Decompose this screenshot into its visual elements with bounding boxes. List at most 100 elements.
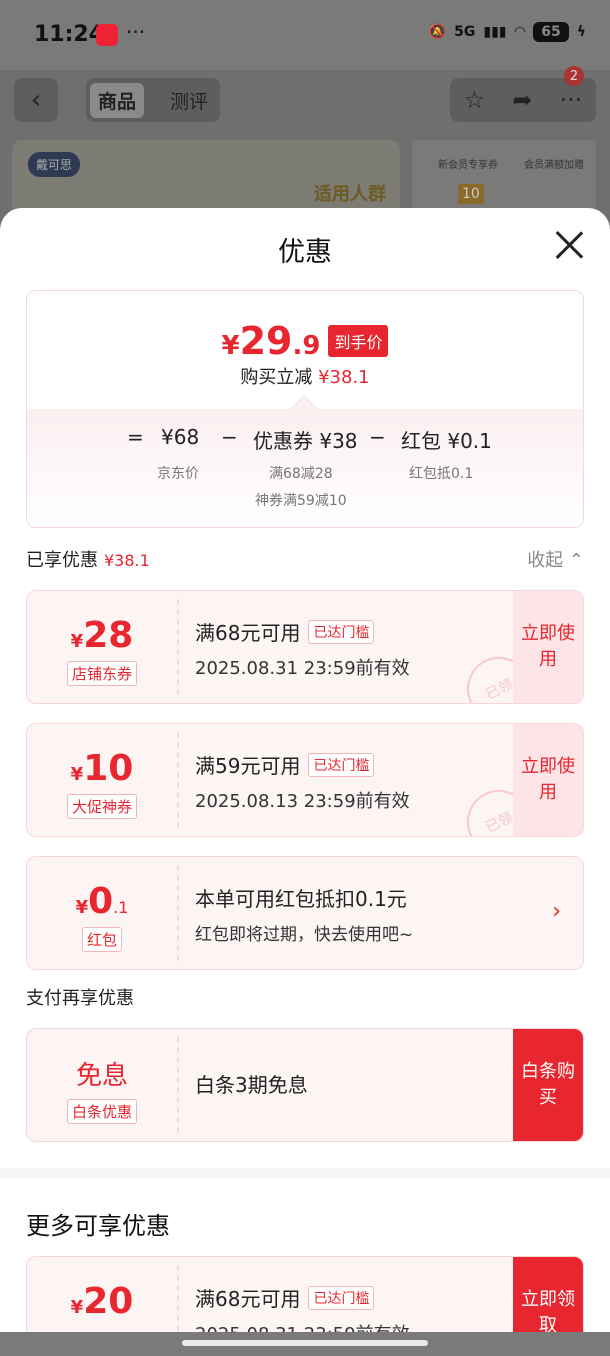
favorite-star-icon[interactable]: ☆	[464, 86, 486, 114]
redpack-decimal: .1	[113, 898, 129, 917]
coupon-divider	[177, 732, 179, 828]
coupon-body: 满68元可用 已达门槛 2025.08.31 23:59前有效	[195, 617, 515, 680]
section-separator	[0, 1168, 610, 1178]
chevron-right-icon[interactable]: ›	[552, 899, 561, 924]
coupon-condition: 满68元可用 已达门槛	[195, 617, 515, 646]
coupon-currency: ¥	[70, 1297, 84, 1318]
home-indicator[interactable]	[182, 1340, 428, 1346]
coupon-condition-text: 满68元可用	[195, 621, 301, 645]
formula-coupon: 优惠券 ¥38	[253, 429, 358, 453]
redpack-currency: ¥	[75, 897, 89, 918]
threshold-reached-tag: 已达门槛	[308, 619, 375, 644]
final-price-tag: 到手价	[328, 325, 389, 357]
coupon-card[interactable]: ¥ 28 店铺东券 满68元可用 已达门槛 2025.08.31 23:59前有…	[26, 590, 584, 704]
promo-number: 10	[458, 184, 484, 204]
formula-minus-2: −	[369, 425, 386, 449]
coupon-value: 28	[83, 615, 134, 656]
coupon-type: 大促神券	[66, 794, 138, 819]
redpack-expiry-note: 红包即将过期，快去使用吧~	[195, 925, 414, 945]
banner-tag: 适用人群	[314, 184, 386, 205]
formula-minus-1: −	[221, 425, 238, 449]
status-icons: 🔕 5G ▮▮▮ ◠ 65 ϟ	[429, 22, 586, 42]
status-time: 11:24	[34, 22, 105, 47]
tab-review[interactable]: 测评	[162, 83, 216, 118]
coupon-sub-1: 满68减28	[269, 466, 333, 482]
interest-free-label: 免息	[75, 1061, 128, 1091]
coupon-amount-area: ¥ 10 大促神券	[27, 724, 177, 836]
formula-equals: =	[127, 425, 144, 449]
coupon-amount-area: ¥ 28 店铺东券	[27, 591, 177, 703]
baitiao-card[interactable]: 免息 白条优惠 白条3期免息 白条购买	[26, 1028, 584, 1142]
more-icon[interactable]: ···	[560, 86, 583, 114]
baitiao-text: 白条3期免息	[195, 1073, 308, 1097]
coupon-sub-2: 神券满59减10	[255, 493, 347, 509]
coupon-amount: ¥ 20	[27, 1281, 177, 1322]
use-now-button[interactable]: 立即使用	[513, 724, 583, 836]
coupon-body: 满59元可用 已达门槛 2025.08.13 23:59前有效	[195, 750, 515, 813]
mute-icon: 🔕	[428, 24, 447, 40]
redpack-value: 0	[88, 881, 114, 922]
redpack-amount: ¥ 0 .1	[27, 881, 177, 922]
baitiao-body: 白条3期免息	[195, 1069, 515, 1098]
coupon-divider	[177, 865, 179, 961]
coupon-currency: ¥	[70, 764, 84, 785]
baitiao-buy-button[interactable]: 白条购买	[513, 1029, 583, 1141]
collapse-button[interactable]: 收起 ⌃	[527, 546, 584, 572]
coupon-condition-text: 满68元可用	[195, 1287, 301, 1311]
coupon-currency: ¥	[70, 631, 84, 652]
battery-icon: 65	[533, 22, 569, 42]
enjoyed-label: 已享优惠	[26, 550, 98, 571]
formula-jd-price: ¥68	[161, 425, 200, 449]
redpack-amount-area: ¥ 0 .1 红包	[27, 857, 177, 969]
coupon-amount: ¥ 28	[27, 615, 177, 656]
charging-icon: ϟ	[576, 24, 586, 40]
more-notifications-icon: ···	[126, 20, 146, 44]
use-now-button[interactable]: 立即使用	[513, 591, 583, 703]
top-right-actions: ☆ ➦ ··· 2	[450, 66, 596, 122]
enjoyed-value: ¥38.1	[104, 551, 150, 570]
coupon-expiry: 2025.08.13 23:59前有效	[195, 791, 410, 812]
coupon-condition: 满68元可用 已达门槛	[195, 1283, 515, 1312]
coupon-card[interactable]: ¥ 10 大促神券 满59元可用 已达门槛 2025.08.13 23:59前有…	[26, 723, 584, 837]
coupon-amount: ¥ 10	[27, 748, 177, 789]
coupon-value: 20	[83, 1281, 134, 1322]
status-bar: 11:24 ··· 🔕 5G ▮▮▮ ◠ 65 ϟ	[0, 0, 610, 70]
formula-redpack: 红包 ¥0.1	[401, 429, 492, 453]
baitiao-tag: 白条优惠	[66, 1099, 138, 1124]
instant-discount-value: ¥38.1	[318, 367, 370, 388]
coupon-divider	[177, 599, 179, 695]
price-integer: 29	[239, 319, 293, 363]
coupon-expiry: 2025.08.31 23:59前有效	[195, 658, 410, 679]
instant-discount: 购买立减 ¥38.1	[27, 363, 583, 389]
redpack-card[interactable]: ¥ 0 .1 红包 本单可用红包抵扣0.1元 红包即将过期，快去使用吧~ ›	[26, 856, 584, 970]
baitiao-left: 免息 白条优惠	[27, 1029, 177, 1141]
redpack-type: 红包	[81, 927, 123, 952]
redpack-body: 本单可用红包抵扣0.1元 红包即将过期，快去使用吧~	[195, 883, 515, 945]
wifi-icon: ◠	[514, 24, 526, 40]
coupon-condition: 满59元可用 已达门槛	[195, 750, 515, 779]
more-discounts-title: 更多可享优惠	[26, 1212, 170, 1240]
brand-logo: 戴可思	[28, 152, 81, 177]
pay-discount-header: 支付再享优惠	[26, 988, 134, 1009]
enjoyed-discount-header: 已享优惠 ¥38.1	[26, 546, 150, 572]
share-icon[interactable]: ➦	[512, 86, 532, 114]
price-currency: ¥	[221, 331, 240, 361]
threshold-reached-tag: 已达门槛	[308, 1285, 375, 1310]
price-summary-card: ¥ 29 .9 到手价 购买立减 ¥38.1 = ¥68 − 优惠券 ¥38 −…	[26, 290, 584, 528]
promo-label-1: 新会员专享券	[438, 160, 498, 171]
instant-discount-label: 购买立减	[240, 367, 313, 388]
message-badge: 2	[564, 66, 584, 86]
final-price: ¥ 29 .9 到手价	[27, 319, 583, 363]
product-tabs: 商品 测评	[86, 78, 220, 122]
price-decimal: .9	[292, 331, 321, 361]
close-icon[interactable]	[554, 230, 584, 260]
coupon-divider	[177, 1037, 179, 1133]
coupon-value: 10	[83, 748, 134, 789]
back-button[interactable]: ‹	[14, 78, 58, 122]
app-notification-icon	[96, 24, 118, 46]
tab-product[interactable]: 商品	[90, 82, 145, 118]
redpack-sub: 红包抵0.1	[409, 466, 474, 482]
background-product-page: ‹ 商品 测评 ☆ ➦ ··· 2 戴可思 适用人群 新会员专享券 会员满额加赠…	[0, 66, 610, 230]
redpack-condition: 本单可用红包抵扣0.1元	[195, 887, 407, 911]
sheet-title: 优惠	[278, 237, 332, 268]
